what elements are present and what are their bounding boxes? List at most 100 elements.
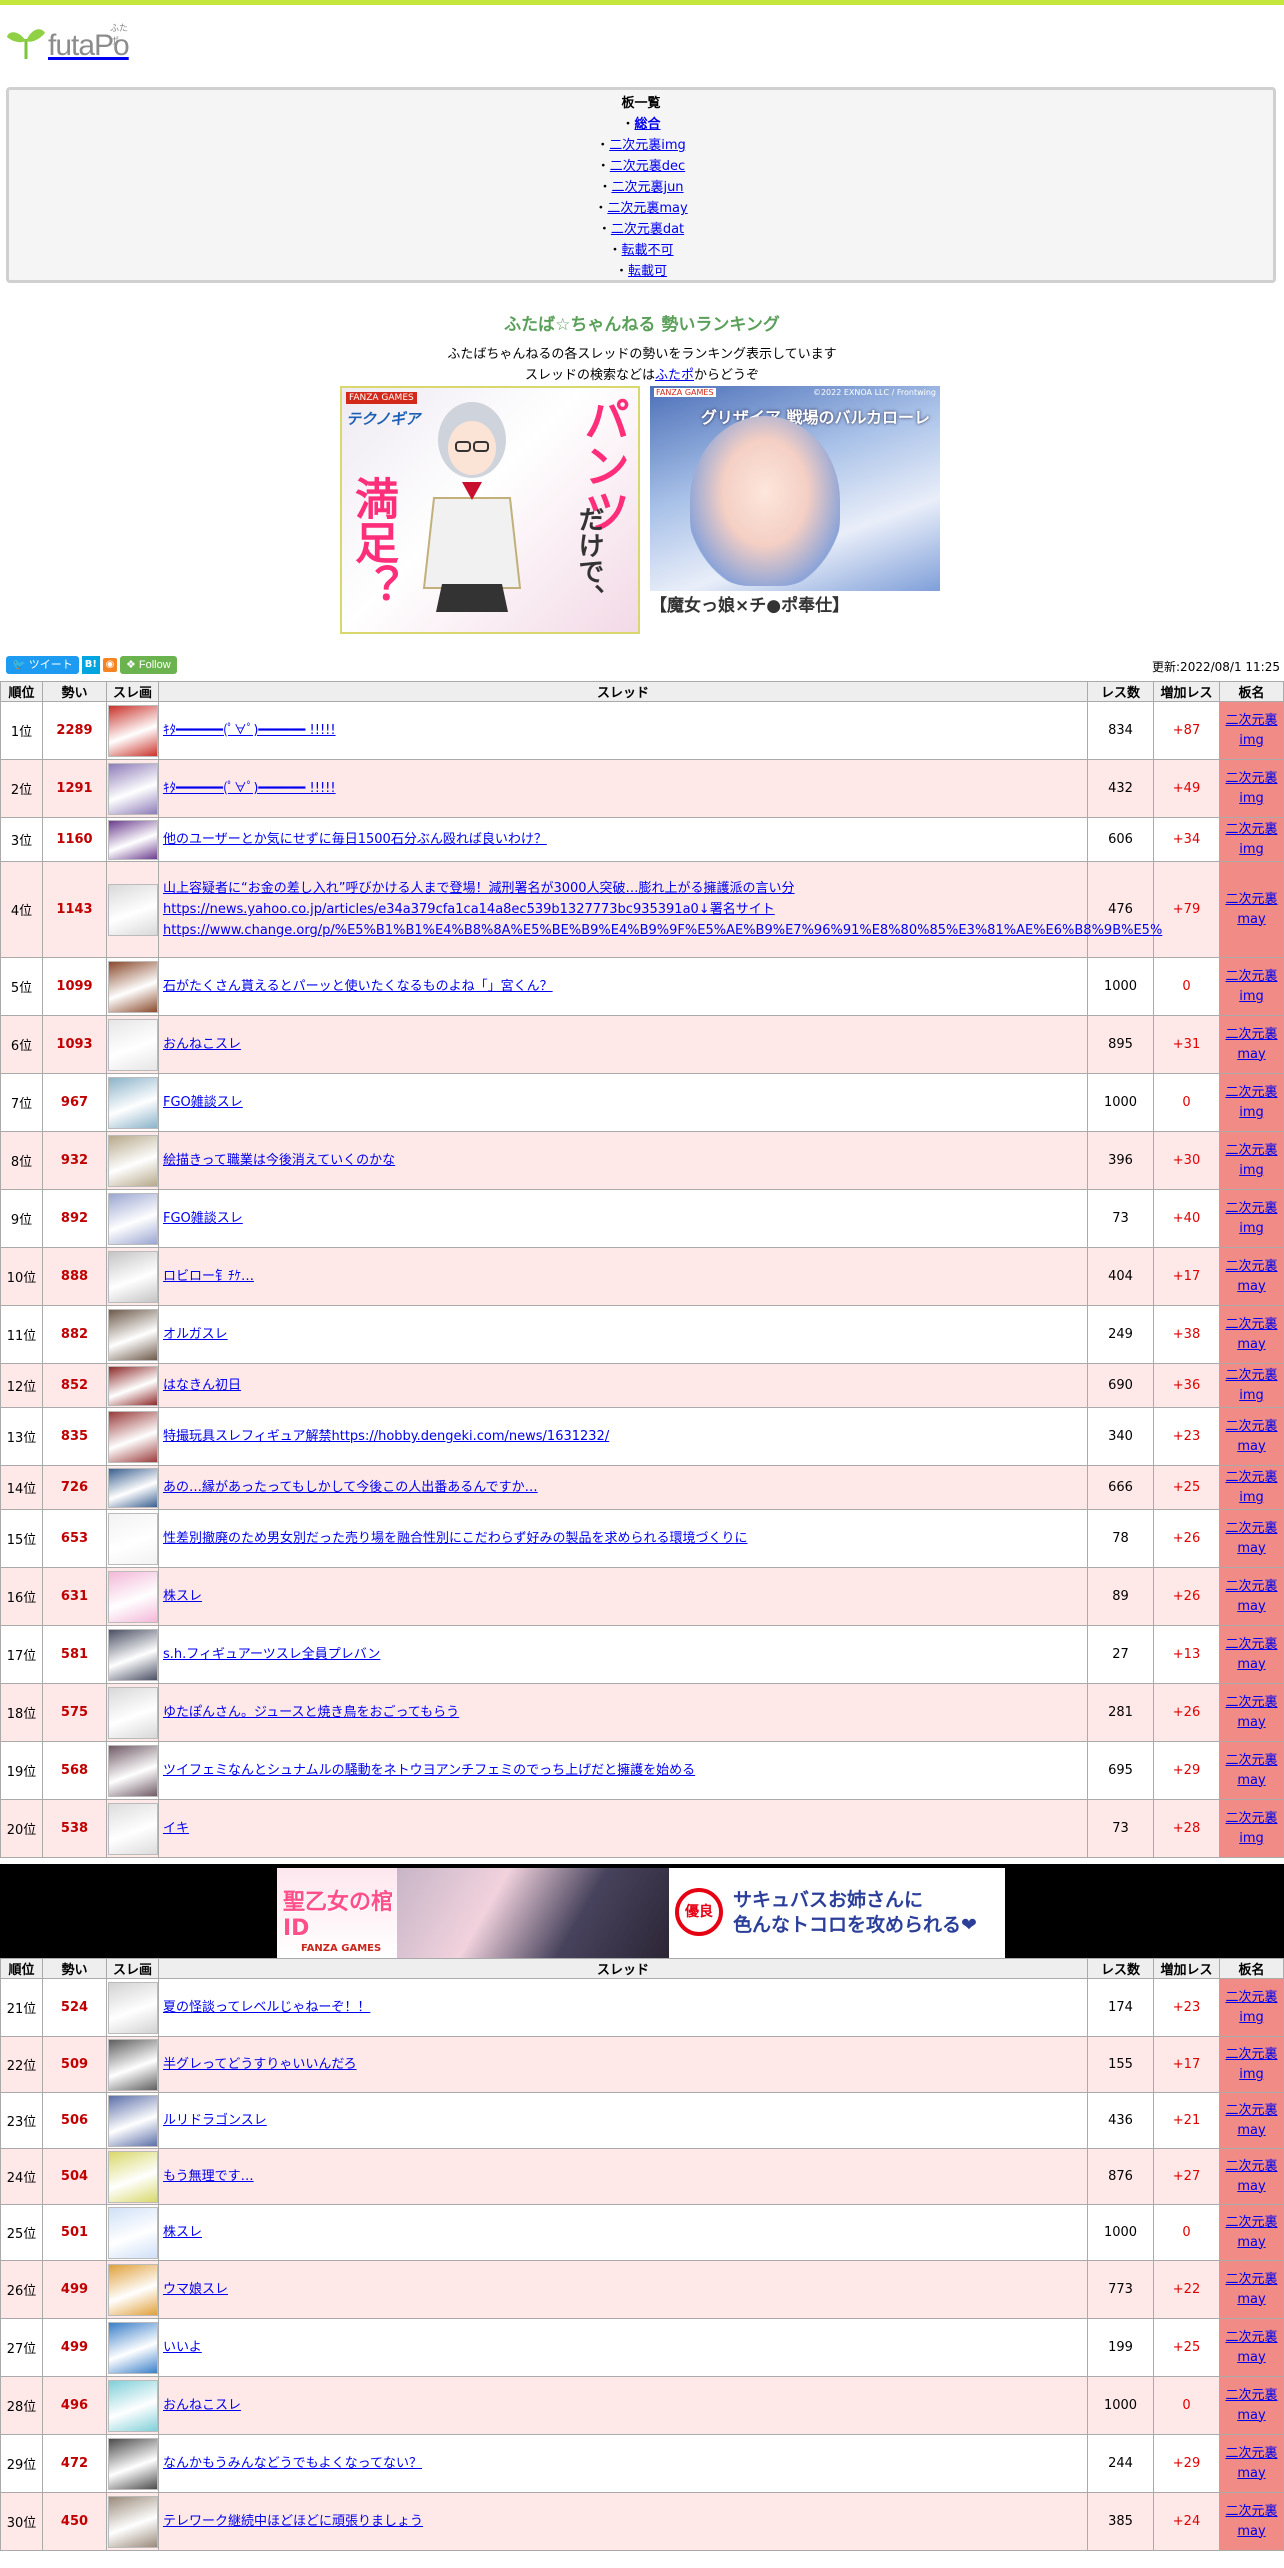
- thread-thumbnail[interactable]: [108, 704, 158, 757]
- board-link[interactable]: 転載可: [628, 264, 667, 279]
- board-name-link[interactable]: 二次元裏 may: [1225, 2446, 1277, 2481]
- thread-link[interactable]: おんねこスレ: [163, 2398, 241, 2413]
- ad-caption[interactable]: 【魔女っ娘×チ●ポ奉仕】: [650, 591, 940, 621]
- thread-thumbnail[interactable]: [108, 1250, 158, 1303]
- thread-thumbnail[interactable]: [108, 2206, 158, 2259]
- thread-link[interactable]: あの…縁があったってもしかして今後この人出番あるんですか…: [163, 1480, 538, 1495]
- board-link[interactable]: 総合: [635, 117, 661, 132]
- site-logo[interactable]: futaPo ふたポ: [6, 24, 130, 61]
- thread-thumbnail[interactable]: [108, 1018, 158, 1071]
- thread-thumbnail[interactable]: [108, 2321, 158, 2374]
- thread-thumbnail[interactable]: [108, 1410, 158, 1463]
- thread-thumbnail[interactable]: [108, 819, 158, 860]
- board-name-link[interactable]: 二次元裏 may: [1225, 2272, 1277, 2307]
- board-link[interactable]: 二次元裏may: [607, 201, 687, 216]
- thread-link[interactable]: ｷﾀ━━━━━━(ﾟ∀ﾟ)━━━━━━ !!!!!: [163, 723, 336, 738]
- banner-ad-right[interactable]: FANZA GAMES ©2022 EXNOA LLC / Frontwing …: [650, 386, 940, 591]
- thread-link[interactable]: ゆたぽんさん。ジュースと焼き鳥をおごってもらう: [163, 1705, 459, 1720]
- board-link[interactable]: 転載不可: [622, 243, 674, 258]
- thread-thumbnail[interactable]: [108, 2437, 158, 2490]
- board-name-link[interactable]: 二次元裏 may: [1225, 1521, 1277, 1556]
- board-name-link[interactable]: 二次元裏 img: [1225, 1811, 1277, 1846]
- thread-link[interactable]: おんねこスレ: [163, 1037, 241, 1052]
- banner-ad-left[interactable]: FANZA GAMES テクノギア パンツ だけで、 満足？: [340, 386, 640, 634]
- thread-thumbnail[interactable]: [108, 1686, 158, 1739]
- thread-link[interactable]: FGO雑談スレ: [163, 1095, 243, 1110]
- thread-link[interactable]: いいよ: [163, 2340, 202, 2355]
- thread-thumbnail[interactable]: [108, 960, 158, 1013]
- board-name-link[interactable]: 二次元裏 img: [1225, 1143, 1277, 1178]
- board-name-link[interactable]: 二次元裏 img: [1225, 713, 1277, 748]
- board-name-link[interactable]: 二次元裏 may: [1225, 1753, 1277, 1788]
- board-link[interactable]: 二次元裏img: [609, 138, 686, 153]
- thread-link[interactable]: なんかもうみんなどうでもよくなってない？: [163, 2456, 422, 2471]
- thread-link[interactable]: オルガスレ: [163, 1327, 228, 1342]
- board-name-link[interactable]: 二次元裏 may: [1225, 2103, 1277, 2138]
- thread-link[interactable]: 半グレってどうすりゃいいんだろ: [163, 2057, 357, 2072]
- board-name-link[interactable]: 二次元裏 img: [1225, 2047, 1277, 2082]
- thread-link[interactable]: ウマ娘スレ: [163, 2282, 228, 2297]
- board-name-link[interactable]: 二次元裏 may: [1225, 1259, 1277, 1294]
- thread-link[interactable]: ロビロー钅ﾁｹ…: [163, 1269, 254, 1284]
- board-name-link[interactable]: 二次元裏 img: [1225, 1470, 1277, 1505]
- thread-link[interactable]: 他のユーザーとか気にせずに毎日1500石分ぶん殴れば良いわけ？: [163, 832, 547, 847]
- tweet-button[interactable]: 🐦 ツイート: [6, 656, 79, 674]
- thread-link[interactable]: イキ: [163, 1821, 189, 1836]
- thread-link[interactable]: もう無理です…: [163, 2169, 254, 2184]
- board-name-link[interactable]: 二次元裏 img: [1225, 822, 1277, 857]
- follow-button[interactable]: ❖ Follow: [119, 656, 177, 674]
- thread-link[interactable]: FGO雑談スレ: [163, 1211, 243, 1226]
- thread-link[interactable]: テレワーク継続中ほどほどに頑張りましょう: [163, 2514, 423, 2529]
- board-name-link[interactable]: 二次元裏 may: [1225, 1419, 1277, 1454]
- thread-link[interactable]: 特撮玩具スレフィギュア解禁https://hobby.dengeki.com/n…: [163, 1429, 609, 1444]
- thread-thumbnail[interactable]: [108, 1802, 158, 1855]
- board-name-link[interactable]: 二次元裏 may: [1225, 2504, 1277, 2539]
- thread-thumbnail[interactable]: [108, 1467, 158, 1508]
- board-link[interactable]: 二次元裏dec: [610, 159, 685, 174]
- thread-link[interactable]: 株スレ: [163, 2225, 202, 2240]
- thread-thumbnail[interactable]: [108, 1570, 158, 1623]
- board-name-link[interactable]: 二次元裏 may: [1225, 1695, 1277, 1730]
- thread-thumbnail[interactable]: [108, 1076, 158, 1129]
- board-name-link[interactable]: 二次元裏 may: [1225, 2330, 1277, 2365]
- thread-thumbnail[interactable]: [108, 762, 158, 815]
- board-name-link[interactable]: 二次元裏 may: [1225, 1317, 1277, 1352]
- hatena-bookmark-button[interactable]: B!: [81, 656, 100, 674]
- thread-thumbnail[interactable]: [108, 1134, 158, 1187]
- thread-link[interactable]: 絵描きって職業は今後消えていくのかな: [163, 1153, 395, 1168]
- board-name-link[interactable]: 二次元裏 img: [1225, 969, 1277, 1004]
- board-name-link[interactable]: 二次元裏 may: [1225, 1579, 1277, 1614]
- thread-thumbnail[interactable]: [108, 1365, 158, 1406]
- board-link[interactable]: 二次元裏jun: [611, 180, 683, 195]
- thread-thumbnail[interactable]: [108, 1512, 158, 1565]
- board-name-link[interactable]: 二次元裏 may: [1225, 1027, 1277, 1062]
- board-name-link[interactable]: 二次元裏 may: [1225, 2388, 1277, 2423]
- thread-link[interactable]: ツイフェミなんとシュナムルの騒動をネトウヨアンチフェミのでっち上げだと擁護を始め…: [163, 1763, 695, 1778]
- board-name-link[interactable]: 二次元裏 may: [1225, 2159, 1277, 2194]
- board-link[interactable]: 二次元裏dat: [611, 222, 684, 237]
- board-name-link[interactable]: 二次元裏 img: [1225, 771, 1277, 806]
- thread-link[interactable]: はなきん初日: [163, 1378, 241, 1393]
- thread-thumbnail[interactable]: [108, 883, 158, 936]
- board-name-link[interactable]: 二次元裏 may: [1225, 2215, 1277, 2250]
- thread-link[interactable]: ルリドラゴンスレ: [163, 2113, 267, 2128]
- thread-link[interactable]: s.h.フィギュアーツスレ全員プレバン: [163, 1647, 380, 1662]
- thread-link[interactable]: 株スレ: [163, 1589, 202, 1604]
- thread-link[interactable]: 夏の怪談ってレベルじゃねーぞ！！: [163, 2000, 370, 2015]
- thread-thumbnail[interactable]: [108, 1981, 158, 2034]
- board-name-link[interactable]: 二次元裏 may: [1225, 892, 1277, 927]
- thread-thumbnail[interactable]: [108, 2379, 158, 2432]
- futapo-link[interactable]: ふたポ: [655, 368, 694, 383]
- board-name-link[interactable]: 二次元裏 img: [1225, 1085, 1277, 1120]
- rss-icon[interactable]: ◉: [102, 658, 117, 672]
- board-name-link[interactable]: 二次元裏 img: [1225, 1368, 1277, 1403]
- thread-link[interactable]: ｷﾀ━━━━━━(ﾟ∀ﾟ)━━━━━━ !!!!!: [163, 781, 336, 796]
- thread-thumbnail[interactable]: [108, 2263, 158, 2316]
- board-name-link[interactable]: 二次元裏 img: [1225, 1201, 1277, 1236]
- thread-thumbnail[interactable]: [108, 2038, 158, 2091]
- thread-link[interactable]: 石がたくさん貰えるとパーッと使いたくなるものよね「」宮くん？: [163, 979, 553, 994]
- board-name-link[interactable]: 二次元裏 img: [1225, 1990, 1277, 2025]
- thread-link[interactable]: 性差別撤廃のため男女別だった売り場を融合性別にこだわらず好みの製品を求められる環…: [163, 1531, 747, 1546]
- thread-thumbnail[interactable]: [108, 1628, 158, 1681]
- thread-thumbnail[interactable]: [108, 2150, 158, 2203]
